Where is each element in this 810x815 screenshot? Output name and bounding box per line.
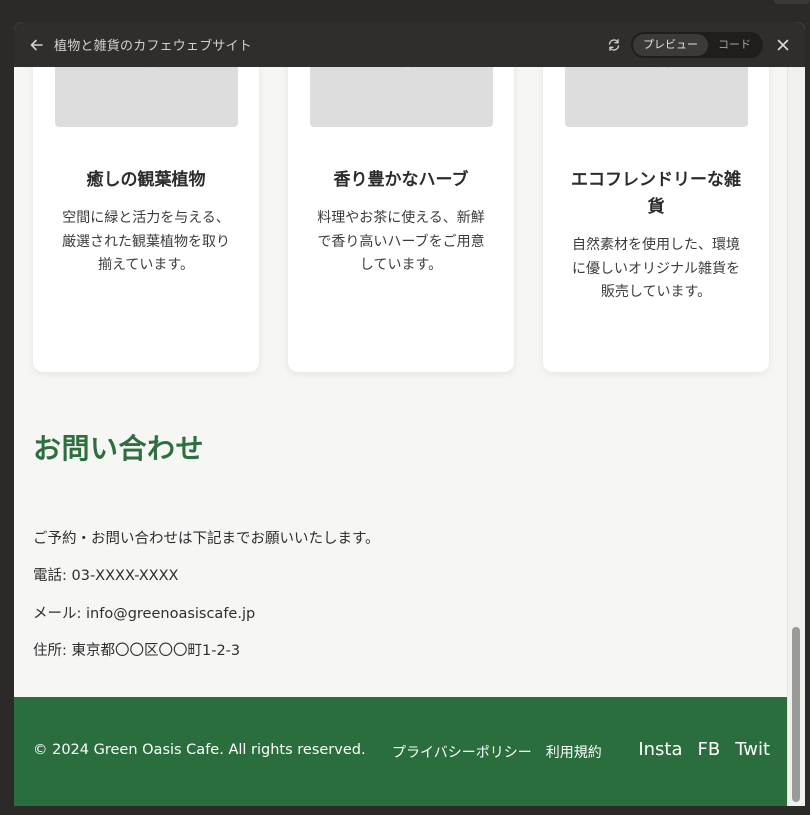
image-placeholder: × 200 [565, 67, 748, 127]
card-desc-line: 厳選された観葉植物を取り [62, 233, 230, 250]
contact-intro: ご予約・お問い合わせは下記までお願いいたします。 [33, 531, 380, 547]
placeholder-size: 200 [565, 67, 748, 72]
image-placeholder: × 200 [310, 67, 493, 127]
window-edge [774, 0, 810, 4]
card-herbs: × 200 香り豊かなハーブ 料理やお茶に使える、新鮮 で香り高いハーブをご用意… [288, 67, 514, 372]
refresh-icon [608, 38, 620, 51]
card-title: エコフレンドリーな雑 貨 [555, 167, 757, 221]
card-desc-line: で香り高いハーブをご用意 [317, 233, 485, 250]
card-desc-line: 自然素材を使用した、環境 [572, 237, 740, 253]
card-desc-line: 販売しています。 [600, 284, 712, 300]
close-button[interactable] [771, 33, 795, 57]
refresh-button[interactable] [603, 34, 625, 56]
card-title-line: 香り豊かなハーブ [333, 170, 469, 190]
arrow-left-icon [30, 39, 43, 50]
site-footer: © 2024 Green Oasis Cafe. All rights rese… [14, 697, 787, 806]
privacy-policy-link[interactable]: プライバシーポリシー [392, 742, 532, 762]
card-desc-line: 揃えています。 [98, 257, 194, 273]
tab-code[interactable]: コード [708, 34, 761, 56]
preview-window: 植物と雑貨のカフェウェブサイト プレビュー コード 癒しの観葉植物 空間に緑と活… [14, 22, 805, 806]
footer-links: プライバシーポリシー 利用規約 [392, 742, 616, 762]
terms-link[interactable]: 利用規約 [546, 742, 602, 762]
facebook-link[interactable]: FB [698, 739, 721, 760]
image-placeholder: × 200 [55, 67, 238, 127]
window-titlebar: 植物と雑貨のカフェウェブサイト プレビュー コード [14, 22, 805, 67]
close-icon [777, 39, 789, 50]
card-title-line: エコフレンドリーな雑 [571, 170, 741, 190]
card-desc-line: しています。 [359, 257, 443, 273]
contact-section: お問い合わせ ご予約・お問い合わせは下記までお願いいたします。 電話: 03-X… [33, 427, 733, 659]
card-title: 香り豊かなハーブ [300, 167, 502, 194]
card-description: 空間に緑と活力を与える、 厳選された観葉植物を取り 揃えています。 [55, 207, 237, 278]
scrollbar-thumb[interactable] [792, 627, 800, 802]
vertical-scrollbar[interactable] [787, 67, 805, 806]
copyright-text: © 2024 Green Oasis Cafe. All rights rese… [33, 742, 366, 758]
placeholder-size: 200 [310, 67, 493, 72]
card-title-line: 貨 [647, 197, 665, 217]
window-title: 植物と雑貨のカフェウェブサイト [54, 39, 253, 54]
contact-heading: お問い合わせ [33, 432, 205, 465]
feature-cards: × 200 癒しの観葉植物 空間に緑と活力を与える、 厳選された観葉植物を取り … [33, 67, 769, 372]
page-content[interactable]: × 200 癒しの観葉植物 空間に緑と活力を与える、 厳選された観葉植物を取り … [14, 67, 787, 806]
instagram-link[interactable]: Insta [638, 739, 682, 760]
tab-preview[interactable]: プレビュー [633, 33, 708, 56]
card-goods: × 200 エコフレンドリーな雑 貨 自然素材を使用した、環境 に優しいオリジナ… [543, 67, 769, 372]
contact-phone: 電話: 03-XXXX-XXXX [33, 568, 179, 584]
card-desc-line: に優しいオリジナル雑貨を [572, 260, 740, 277]
card-title: 癒しの観葉植物 [45, 167, 247, 194]
contact-email: メール: info@greenoasiscafe.jp [33, 606, 256, 622]
desktop-top-strip [0, 0, 810, 22]
card-title-line: 癒しの観葉植物 [86, 170, 206, 190]
placeholder-size: 200 [55, 67, 238, 72]
card-desc-line: 料理やお茶に使える、新鮮 [317, 210, 485, 226]
view-toggle: プレビュー コード [631, 31, 763, 58]
twitter-link[interactable]: Twit [735, 739, 770, 760]
contact-address: 住所: 東京都〇〇区〇〇町1-2-3 [33, 643, 241, 659]
social-links: Insta FB Twit [623, 739, 770, 760]
titlebar-controls: プレビュー コード [603, 31, 805, 58]
card-desc-line: 空間に緑と活力を与える、 [62, 210, 230, 226]
desktop-bottom-strip [0, 806, 810, 815]
card-plants: × 200 癒しの観葉植物 空間に緑と活力を与える、 厳選された観葉植物を取り … [33, 67, 259, 372]
card-description: 自然素材を使用した、環境 に優しいオリジナル雑貨を 販売しています。 [565, 234, 747, 305]
back-button[interactable] [26, 34, 48, 56]
card-description: 料理やお茶に使える、新鮮 で香り高いハーブをご用意 しています。 [310, 207, 492, 278]
